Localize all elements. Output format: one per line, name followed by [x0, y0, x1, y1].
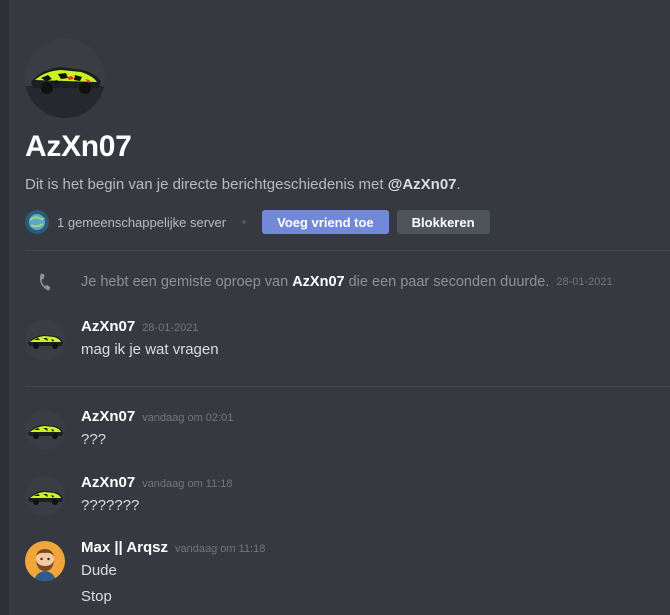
missed-call-message: Je hebt een gemiste oproep van AzXn07 di…	[25, 270, 670, 294]
page-title: AzXn07	[25, 130, 132, 163]
message-timestamp: vandaag om 11:18	[142, 478, 233, 490]
message-item[interactable]: AzXn07 vandaag om 11:18 ???????	[25, 474, 670, 518]
add-friend-button[interactable]: Voeg vriend toe	[262, 210, 389, 234]
car-avatar-image	[25, 410, 65, 450]
message-content: Dude	[81, 562, 117, 579]
separator-dot	[242, 220, 247, 224]
dm-intro-prefix: Dit is het begin van je directe berichtg…	[25, 176, 388, 193]
car-avatar-image	[25, 476, 65, 516]
message-timestamp: 28-01-2021	[142, 322, 199, 334]
divider	[25, 250, 670, 251]
message-scroller[interactable]: AzXn07 Dit is het begin van je directe b…	[9, 0, 670, 615]
message-timestamp: vandaag om 02:01	[142, 412, 234, 424]
message-item[interactable]: AzXn07 28-01-2021 mag ik je wat vragen	[25, 318, 670, 362]
sidebar-edge	[0, 0, 9, 615]
call-text-suffix: die een paar seconden duurde.	[344, 274, 550, 290]
message-content: Stop	[81, 588, 112, 605]
message-author[interactable]: AzXn07	[81, 474, 135, 491]
dm-intro-text: Dit is het begin van je directe berichtg…	[25, 176, 461, 193]
bearded-man-avatar-image	[25, 541, 65, 581]
block-button[interactable]: Blokkeren	[396, 210, 490, 234]
call-text-prefix: Je hebt een gemiste oproep van	[81, 274, 293, 290]
call-text: Je hebt een gemiste oproep van AzXn07 di…	[81, 274, 549, 290]
user-mention[interactable]: @AzXn07	[388, 176, 457, 193]
message-item[interactable]: Max || Arqsz vandaag om 11:18 Dude Stop	[25, 539, 670, 609]
mutual-servers-row: 1 gemeenschappelijke server Voeg vriend …	[25, 210, 498, 234]
message-author[interactable]: AzXn07	[81, 408, 135, 425]
message-author[interactable]: AzXn07	[81, 318, 135, 335]
caller-name[interactable]: AzXn07	[292, 274, 344, 290]
author-avatar[interactable]	[25, 320, 65, 360]
message-item[interactable]: AzXn07 vandaag om 02:01 ???	[25, 408, 670, 452]
message-content: ???????	[81, 497, 140, 514]
dm-intro-suffix: .	[456, 176, 461, 193]
mutual-servers-link[interactable]: 1 gemeenschappelijke server	[57, 215, 226, 230]
author-avatar[interactable]	[25, 541, 65, 581]
divider	[25, 386, 670, 387]
call-timestamp: 28-01-2021	[556, 276, 613, 288]
planet-server-icon[interactable]	[25, 210, 49, 234]
car-avatar-image	[25, 38, 105, 118]
message-author[interactable]: Max || Arqsz	[81, 539, 168, 556]
car-avatar-image	[25, 320, 65, 360]
message-timestamp: vandaag om 11:18	[175, 543, 266, 555]
author-avatar[interactable]	[25, 410, 65, 450]
author-avatar[interactable]	[25, 476, 65, 516]
missed-call-phone-icon	[25, 273, 65, 291]
message-content: ???	[81, 431, 107, 448]
profile-avatar[interactable]	[25, 38, 105, 118]
message-content: mag ik je wat vragen	[81, 341, 219, 358]
